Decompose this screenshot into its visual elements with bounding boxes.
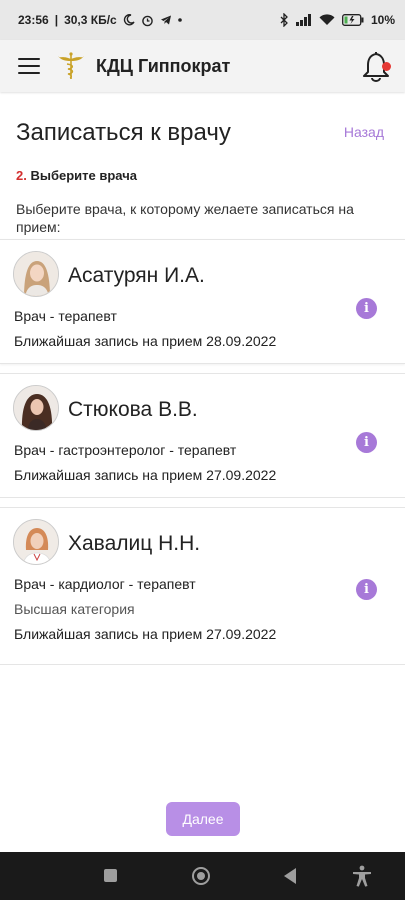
app-bar: КДЦ Гиппократ [0, 40, 405, 92]
recent-apps-icon[interactable] [104, 869, 117, 882]
back-link[interactable]: Назад [344, 124, 384, 140]
status-bar: 23:56 | 30,3 КБ/с 10% [0, 0, 405, 40]
status-speed: 30,3 КБ/с [64, 13, 117, 27]
step-label: Выберите врача [30, 168, 137, 183]
back-icon[interactable] [284, 868, 296, 884]
doctor-category: Высшая категория [14, 601, 135, 617]
info-icon[interactable]: i [356, 579, 377, 600]
doctor-specialty: Врач - кардиолог - терапевт [14, 576, 196, 592]
doctor-nearest-appointment: Ближайшая запись на прием 27.09.2022 [14, 626, 277, 642]
info-icon[interactable]: i [356, 432, 377, 453]
bluetooth-icon [280, 13, 289, 27]
dot-icon [177, 18, 182, 22]
doctor-specialty: Врач - гастроэнтеролог - терапевт [14, 442, 237, 458]
hamburger-menu-icon[interactable] [18, 58, 40, 74]
doctor-card[interactable]: Хавалиц Н.Н. Врач - кардиолог - терапевт… [0, 507, 405, 665]
status-time: 23:56 [18, 13, 49, 27]
doctor-name: Стюкова В.В. [68, 398, 198, 421]
doctor-name: Хавалиц Н.Н. [68, 532, 201, 555]
hint-text: Выберите врача, к которому желаете запис… [16, 201, 354, 235]
status-left: 23:56 | 30,3 КБ/с [18, 13, 182, 27]
home-icon[interactable] [192, 867, 210, 885]
page-title: Записаться к врачу [16, 119, 231, 146]
step-number: 2. [16, 168, 27, 183]
status-right: 10% [280, 13, 395, 27]
doctor-nearest-appointment: Ближайшая запись на прием 27.09.2022 [14, 467, 277, 483]
moon-icon [123, 14, 135, 26]
info-icon[interactable]: i [356, 298, 377, 319]
caduceus-logo [56, 51, 86, 81]
doctor-avatar [13, 251, 59, 297]
app-title: КДЦ Гиппократ [96, 55, 231, 76]
doctor-avatar [13, 385, 59, 431]
bell-icon[interactable] [361, 49, 391, 83]
system-nav-bar [0, 852, 405, 900]
doctor-specialty: Врач - терапевт [14, 308, 117, 324]
notification-dot [382, 62, 391, 71]
signal-icon [295, 14, 312, 26]
alarm-icon [141, 14, 154, 27]
battery-icon [342, 14, 364, 26]
doctor-nearest-appointment: Ближайшая запись на прием 28.09.2022 [14, 333, 277, 349]
accessibility-icon[interactable] [350, 864, 374, 888]
next-button[interactable]: Далее [166, 802, 240, 836]
doctor-name: Асатурян И.А. [68, 264, 205, 287]
telegram-icon [160, 14, 172, 26]
wifi-icon [319, 14, 335, 26]
doctor-card[interactable]: Асатурян И.А. Врач - терапевт Ближайшая … [0, 239, 405, 364]
battery-percent: 10% [370, 13, 395, 27]
status-separator: | [54, 13, 59, 27]
doctor-avatar [13, 519, 59, 565]
doctor-card[interactable]: Стюкова В.В. Врач - гастроэнтеролог - те… [0, 373, 405, 498]
step-heading: 2. Выберите врача [16, 168, 137, 183]
